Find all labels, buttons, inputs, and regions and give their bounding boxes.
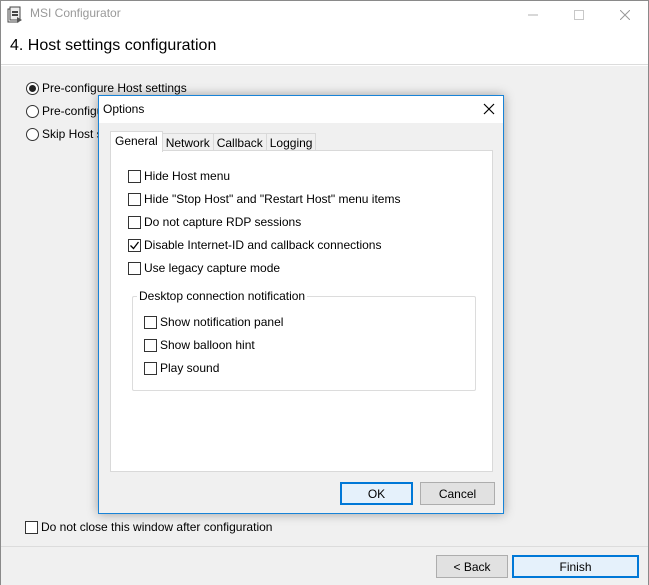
radio-preconfigure-host[interactable]: Pre-configure Host settings bbox=[26, 80, 187, 96]
checkbox[interactable] bbox=[128, 261, 141, 275]
option-label: Show balloon hint bbox=[160, 338, 255, 352]
tab-network[interactable]: Network bbox=[161, 133, 214, 151]
radio-button[interactable] bbox=[26, 81, 39, 95]
tab-logging[interactable]: Logging bbox=[265, 133, 317, 151]
option-show-notification-panel[interactable]: Show notification panel bbox=[144, 314, 283, 330]
option-show-balloon-hint[interactable]: Show balloon hint bbox=[144, 337, 255, 353]
option-label: Do not capture RDP sessions bbox=[144, 215, 302, 229]
general-tab-panel: Hide Host menu Hide "Stop Host" and "Res… bbox=[110, 150, 493, 472]
back-button[interactable]: < Back bbox=[436, 555, 508, 578]
options-dialog: Options General Network Callback Logging… bbox=[98, 95, 504, 514]
option-label: Hide Host menu bbox=[144, 169, 231, 183]
close-icon bbox=[620, 10, 630, 20]
tab-callback[interactable]: Callback bbox=[212, 133, 267, 151]
option-label: Use legacy capture mode bbox=[144, 261, 281, 275]
radio-button[interactable] bbox=[26, 127, 39, 141]
back-button-label: < Back bbox=[453, 559, 491, 574]
dialog-title: Options bbox=[103, 102, 145, 116]
tab-general[interactable]: General bbox=[110, 131, 163, 152]
radio-button[interactable] bbox=[26, 104, 39, 118]
window-title: MSI Configurator bbox=[30, 6, 121, 20]
keep-open-option[interactable]: Do not close this window after configura… bbox=[25, 519, 272, 535]
cancel-button-label: Cancel bbox=[438, 486, 477, 501]
checkbox[interactable] bbox=[144, 315, 157, 329]
finish-button[interactable]: Finish bbox=[512, 555, 639, 578]
dialog-titlebar[interactable]: Options bbox=[99, 96, 503, 123]
close-button[interactable] bbox=[602, 1, 648, 29]
checkbox[interactable] bbox=[144, 361, 157, 375]
maximize-button[interactable] bbox=[556, 1, 602, 29]
dialog-close-button[interactable] bbox=[481, 101, 497, 117]
option-disable-internet-id[interactable]: Disable Internet-ID and callback connect… bbox=[128, 237, 381, 253]
option-play-sound[interactable]: Play sound bbox=[144, 360, 219, 376]
keep-open-checkbox[interactable] bbox=[25, 520, 38, 534]
desktop-notification-group: Desktop connection notification Show not… bbox=[132, 289, 476, 391]
option-hide-host-menu[interactable]: Hide Host menu bbox=[128, 168, 230, 184]
checkbox[interactable] bbox=[144, 338, 157, 352]
main-titlebar[interactable]: MSI Configurator bbox=[1, 1, 648, 29]
footer-bar: < Back Finish bbox=[1, 546, 648, 585]
keep-open-label: Do not close this window after configura… bbox=[41, 520, 273, 534]
option-label: Hide "Stop Host" and "Restart Host" menu… bbox=[144, 192, 401, 206]
checkbox-checked[interactable] bbox=[128, 238, 141, 252]
option-no-rdp-capture[interactable]: Do not capture RDP sessions bbox=[128, 214, 301, 230]
ok-button[interactable]: OK bbox=[340, 482, 413, 505]
tab-strip: General Network Callback Logging bbox=[110, 131, 317, 152]
page-header: 4. Host settings configuration bbox=[1, 29, 648, 65]
option-hide-stop-restart[interactable]: Hide "Stop Host" and "Restart Host" menu… bbox=[128, 191, 400, 207]
minimize-button[interactable] bbox=[510, 1, 556, 29]
option-label: Show notification panel bbox=[160, 315, 284, 329]
maximize-icon bbox=[574, 10, 584, 20]
option-legacy-capture[interactable]: Use legacy capture mode bbox=[128, 260, 280, 276]
radio-skip-host[interactable]: Skip Host se bbox=[26, 126, 109, 142]
checkbox[interactable] bbox=[128, 215, 141, 229]
checkbox[interactable] bbox=[128, 192, 141, 206]
close-icon bbox=[483, 103, 495, 115]
minimize-icon bbox=[528, 14, 538, 16]
ok-button-label: OK bbox=[367, 486, 386, 501]
group-label: Desktop connection notification bbox=[137, 289, 308, 303]
checkbox[interactable] bbox=[128, 169, 141, 183]
page-title: 4. Host settings configuration bbox=[10, 37, 217, 54]
check-icon bbox=[130, 241, 140, 249]
cancel-button[interactable]: Cancel bbox=[420, 482, 495, 505]
option-label: Disable Internet-ID and callback connect… bbox=[144, 238, 382, 252]
msi-installer-icon bbox=[7, 6, 23, 24]
radio-label: Pre-configure Host settings bbox=[42, 81, 187, 95]
option-label: Play sound bbox=[160, 361, 220, 375]
finish-button-label: Finish bbox=[559, 559, 592, 574]
